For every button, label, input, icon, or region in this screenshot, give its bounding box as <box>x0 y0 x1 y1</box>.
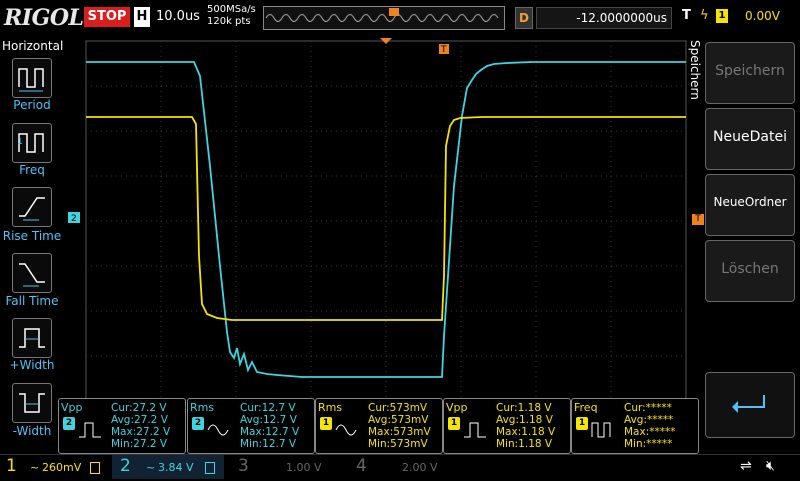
trigger-position-label: T <box>440 45 447 55</box>
trigger-label: T <box>682 8 691 23</box>
neg-width-button[interactable] <box>12 383 52 423</box>
ch2-coupling: ~ <box>146 461 156 474</box>
measurement-rms-ch2[interactable]: Rms 2 Cur:12.7 V Avg:12.7 V Max:12.7 V M… <box>187 398 315 454</box>
ch2-bw-limit-icon <box>205 462 215 474</box>
ch2-number[interactable]: 2 <box>120 456 131 476</box>
timebase-label: H <box>134 7 150 27</box>
pos-width-icon <box>19 328 45 348</box>
measurement-freq-ch1[interactable]: Freq 1 Cur:***** Avg:***** Max:***** Min… <box>571 398 699 454</box>
pos-width-label: +Width <box>9 358 55 372</box>
ch2-level-label: 2 <box>71 214 77 224</box>
ch2-scale[interactable]: 3.84 V <box>158 461 194 474</box>
ch1-bw-limit-icon <box>90 462 100 474</box>
period-button[interactable] <box>12 58 52 98</box>
delay-label: D <box>515 7 533 29</box>
vpp-measure-icon <box>79 422 101 438</box>
freq-button[interactable]: 1 <box>12 123 52 163</box>
ch1-number[interactable]: 1 <box>6 456 17 476</box>
ch2-waveform-trace <box>86 61 686 378</box>
ch4-scale[interactable]: 2.00 V <box>402 461 438 474</box>
trigger-edge-icon: ϟ <box>700 8 709 23</box>
svg-text:1: 1 <box>17 137 23 147</box>
menu-title: Horizontal <box>2 39 64 53</box>
measurement-vpp-ch2[interactable]: Vpp 2 Cur:27.2 V Avg:27.2 V Max:27.2 V M… <box>58 398 186 454</box>
measure-name: Vpp <box>61 401 83 414</box>
speichern-button[interactable]: Speichern <box>705 42 795 104</box>
memory-overview-strip <box>263 6 505 30</box>
speaker-mute-icon[interactable]: 🔇︎ <box>766 458 775 474</box>
rise-time-icon <box>19 197 45 221</box>
waveform-display[interactable]: T 2 <box>62 36 700 436</box>
ch3-number[interactable]: 3 <box>238 456 249 476</box>
brand-logo: RIGOL <box>4 5 84 31</box>
ch3-scale[interactable]: 1.00 V <box>286 461 322 474</box>
memory-waveform-preview <box>265 8 499 22</box>
measurement-vpp-ch1[interactable]: Vpp 1 Cur:1.18 V Avg:1.18 V Max:1.18 V M… <box>443 398 571 454</box>
freq-measure-icon <box>591 422 611 438</box>
fall-time-icon <box>19 263 45 287</box>
return-button[interactable] <box>705 372 795 438</box>
delay-value[interactable]: -12.0000000us <box>536 7 672 29</box>
top-status-bar: RIGOL STOP H 10.0us 500MSa/s 120k pts D … <box>0 0 800 36</box>
memory-depth: 120k pts <box>207 16 251 27</box>
freq-icon: 1 <box>17 133 44 153</box>
rise-time-button[interactable] <box>12 187 52 227</box>
measurement-rms-ch1[interactable]: Rms 1 Cur:573mV Avg:573mV Max:573mV Min:… <box>315 398 443 454</box>
run-stop-status[interactable]: STOP <box>84 7 130 27</box>
timebase-value[interactable]: 10.0us <box>156 9 200 24</box>
neg-width-icon <box>19 393 45 413</box>
period-icon <box>18 68 44 92</box>
rise-time-label: Rise Time <box>2 229 62 243</box>
usb-icon: ⇌ <box>740 458 752 474</box>
ch4-number[interactable]: 4 <box>356 456 367 476</box>
rms-measure-icon <box>207 424 229 436</box>
trigger-level-marker-tag: T <box>692 214 704 225</box>
freq-label: Freq <box>19 163 45 177</box>
ch1-coupling: ~ <box>30 461 40 474</box>
ch1-waveform-trace <box>86 116 686 321</box>
trigger-level-value[interactable]: 0.00V <box>745 9 780 23</box>
pos-width-button[interactable] <box>12 318 52 358</box>
return-arrow-icon <box>732 395 765 413</box>
waveform-grid: T 2 <box>68 38 700 436</box>
neue-datei-button[interactable]: NeueDatei <box>705 108 795 170</box>
loeschen-button[interactable]: Löschen <box>705 240 795 302</box>
rms-measure-icon <box>335 424 357 436</box>
fall-time-button[interactable] <box>12 253 52 293</box>
right-menu-title: Speichern <box>688 40 702 100</box>
neg-width-label: -Width <box>12 424 52 438</box>
channel-badge: 2 <box>63 417 75 430</box>
neue-ordner-button[interactable]: NeueOrdner <box>705 174 795 236</box>
period-label: Period <box>13 98 51 112</box>
sample-rate: 500MSa/s <box>207 4 256 15</box>
trigger-source-badge: 1 <box>716 9 728 23</box>
fall-time-label: Fall Time <box>5 294 59 308</box>
ch1-scale[interactable]: 260mV <box>42 461 81 474</box>
trigger-position-mini-icon <box>389 8 399 16</box>
vpp-measure-icon <box>464 422 486 438</box>
